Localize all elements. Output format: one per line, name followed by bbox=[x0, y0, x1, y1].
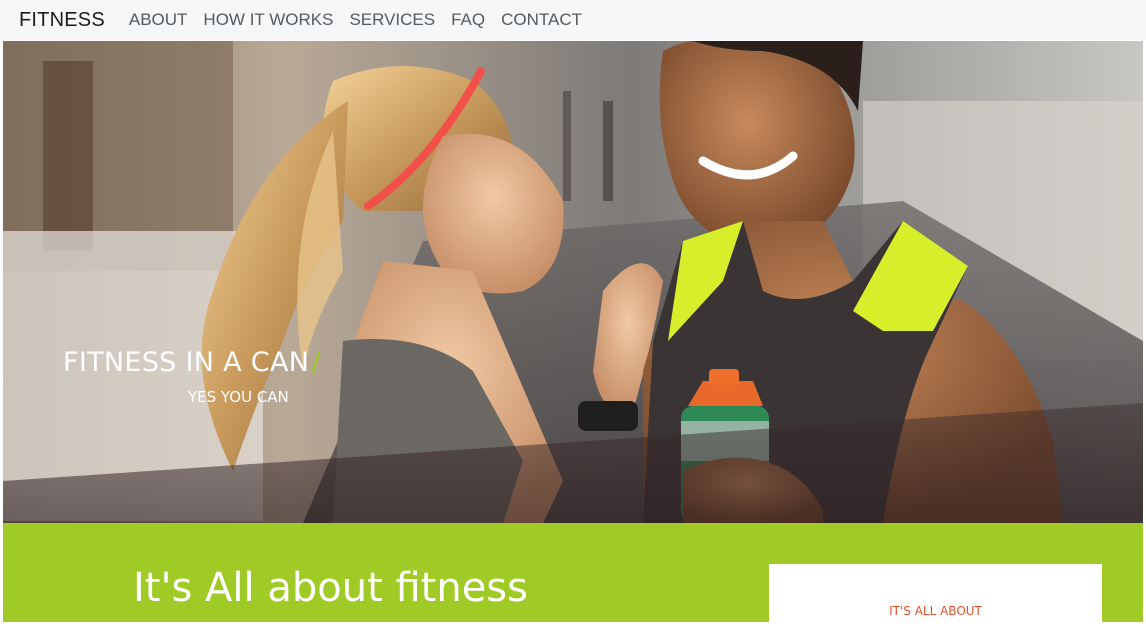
card-label: IT'S ALL ABOUT bbox=[889, 604, 982, 618]
nav-link-faq[interactable]: FAQ bbox=[451, 10, 485, 30]
nav-links: ABOUT HOW IT WORKS SERVICES FAQ CONTACT bbox=[129, 10, 598, 30]
hero-photo bbox=[3, 41, 1143, 523]
hero-subtitle: YES YOU CAN bbox=[188, 388, 289, 406]
hero-title-text: FITNESS IN A CAN bbox=[63, 347, 310, 378]
nav-link-about[interactable]: ABOUT bbox=[129, 10, 188, 30]
nav-link-how-it-works[interactable]: HOW IT WORKS bbox=[203, 10, 333, 30]
hero-banner: FITNESS IN A CAN/ YES YOU CAN bbox=[3, 41, 1143, 523]
hero-title: FITNESS IN A CAN/ bbox=[63, 347, 321, 378]
section-heading: It's All about fitness bbox=[133, 565, 528, 611]
about-section: It's All about fitness IT'S ALL ABOUT bbox=[3, 523, 1143, 644]
nav-link-services[interactable]: SERVICES bbox=[349, 10, 435, 30]
top-navbar: FITNESS ABOUT HOW IT WORKS SERVICES FAQ … bbox=[0, 0, 1146, 40]
nav-link-contact[interactable]: CONTACT bbox=[501, 10, 582, 30]
hero-title-accent: / bbox=[311, 347, 321, 378]
info-card: IT'S ALL ABOUT bbox=[769, 564, 1102, 644]
brand-logo[interactable]: FITNESS bbox=[19, 9, 105, 32]
